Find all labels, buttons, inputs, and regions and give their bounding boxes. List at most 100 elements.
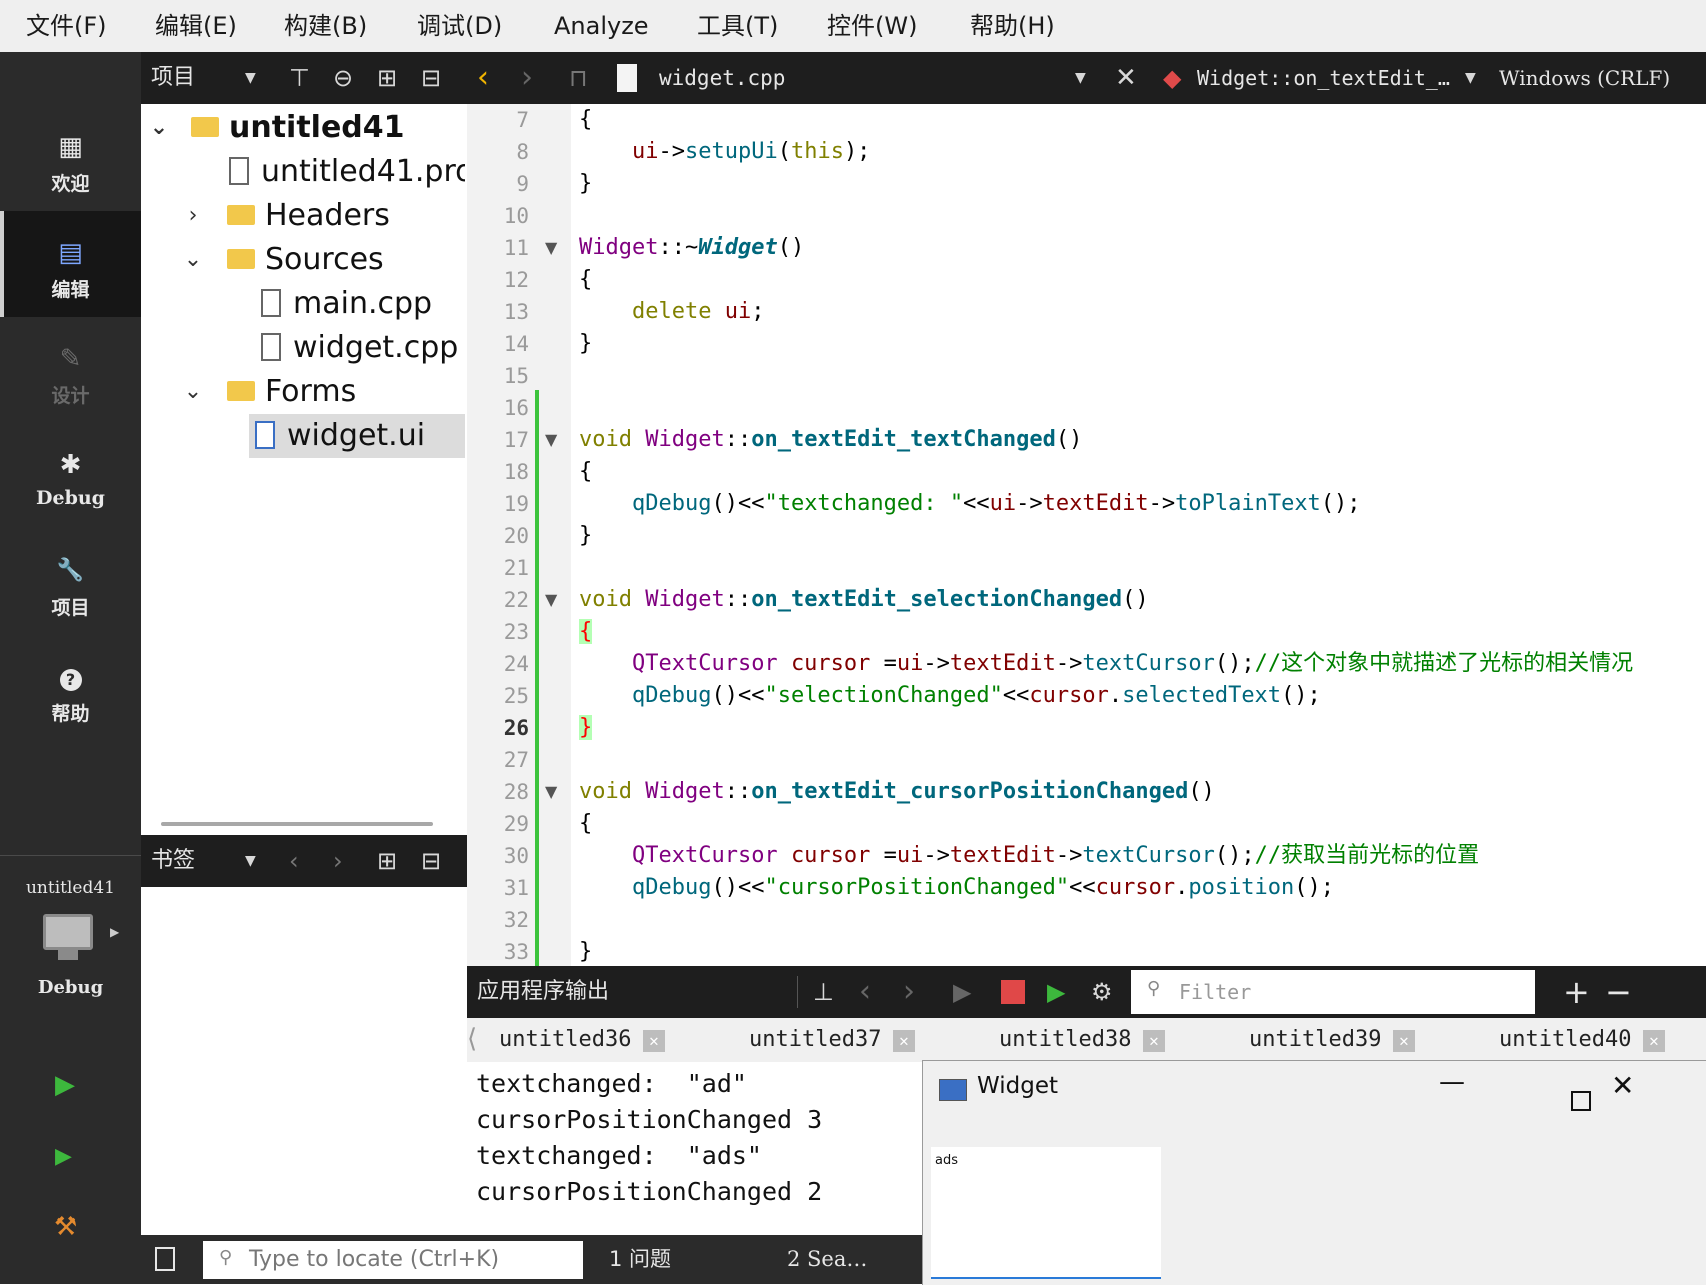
chevron-down-icon[interactable]: ▼ <box>1075 52 1086 104</box>
fold-marker-icon[interactable]: ▼ <box>545 584 557 616</box>
projects-pane-title[interactable]: 项目 <box>151 52 195 104</box>
line-number: 25 <box>503 684 529 708</box>
minus-icon[interactable]: − <box>1605 966 1632 1018</box>
output-tab[interactable]: untitled40 ✕ <box>1499 1018 1699 1062</box>
monitor-icon[interactable] <box>43 914 93 950</box>
tree-item-main-cpp[interactable]: main.cpp <box>147 282 465 326</box>
code-line: void Widget::on_textEdit_textChanged() <box>579 427 1083 452</box>
close-icon[interactable]: ✕ <box>1643 1030 1665 1052</box>
output-pane-title[interactable]: 应用程序输出 <box>477 966 609 1018</box>
debug-run-icon[interactable]: ▶ <box>55 1144 72 1169</box>
tree-item-project[interactable]: ⌄ untitled41 <box>147 106 465 150</box>
chevron-left-icon[interactable]: ‹ <box>289 835 299 887</box>
close-pane-icon[interactable]: ⊟ <box>421 835 441 887</box>
code-line: { <box>579 107 593 132</box>
debug-run-icon[interactable]: ▶ <box>1047 966 1065 1018</box>
tree-item-sources[interactable]: ⌄ Sources <box>147 238 465 282</box>
filter-input[interactable]: ⚲ Filter <box>1131 970 1535 1014</box>
output-tab[interactable]: untitled36 ✕ <box>499 1018 699 1062</box>
close-icon[interactable]: ✕ <box>643 1030 665 1052</box>
split-icon[interactable]: ⊞ <box>377 835 397 887</box>
close-icon[interactable]: ✕ <box>1143 1030 1165 1052</box>
chevron-down-icon[interactable]: ▼ <box>245 835 256 887</box>
tree-item-widget-cpp[interactable]: widget.cpp <box>147 326 465 370</box>
fold-marker-icon[interactable]: ▼ <box>545 232 557 264</box>
stop-icon[interactable] <box>1001 980 1025 1004</box>
fold-marker-icon[interactable]: ▼ <box>545 424 557 456</box>
menu-file[interactable]: 文件(F) <box>26 0 107 52</box>
toggle-sidebar-icon[interactable] <box>155 1247 175 1271</box>
chevron-right-icon[interactable]: › <box>903 966 915 1018</box>
menu-help[interactable]: 帮助(H) <box>970 0 1055 52</box>
chevron-down-icon[interactable]: ⌄ <box>181 370 205 414</box>
chevron-down-icon[interactable]: ⌄ <box>181 238 205 282</box>
fold-marker-icon[interactable]: ▼ <box>545 776 557 808</box>
tree-item-pro-file[interactable]: untitled41.pro <box>147 150 465 194</box>
gear-icon[interactable]: ⚙ <box>1091 966 1113 1018</box>
open-file-name[interactable]: widget.cpp <box>659 52 785 104</box>
menu-build[interactable]: 构建(B) <box>284 0 367 52</box>
bookmarks-pane-title[interactable]: 书签 <box>151 835 195 887</box>
mode-projects[interactable]: 🔧 项目 <box>0 529 141 635</box>
text-edit[interactable]: ads <box>931 1147 1161 1279</box>
search-results-tab[interactable]: 2 Sea… <box>787 1235 867 1284</box>
chevron-down-icon[interactable]: ⌄ <box>147 106 171 150</box>
code-line: qDebug()<<"selectionChanged"<<cursor.sel… <box>631 683 1321 708</box>
forward-icon[interactable]: › <box>521 52 533 104</box>
tree-item-headers[interactable]: › Headers <box>147 194 465 238</box>
symbol-selector[interactable]: Widget::on_textEdit_… <box>1197 52 1450 104</box>
line-number: 9 <box>516 172 529 196</box>
close-icon[interactable]: ✕ <box>1611 1069 1634 1102</box>
mode-welcome[interactable]: ▦ 欢迎 <box>0 105 141 211</box>
mode-debug[interactable]: ✱ Debug <box>0 423 141 529</box>
chevron-right-icon[interactable]: › <box>181 194 205 238</box>
chevron-left-icon[interactable]: ‹ <box>859 966 871 1018</box>
horizontal-scrollbar[interactable] <box>161 822 433 826</box>
output-tab[interactable]: untitled39 ✕ <box>1249 1018 1449 1062</box>
mode-design[interactable]: ✎ 设计 <box>0 317 141 423</box>
qt-folder-icon <box>191 116 219 137</box>
minimize-icon[interactable]: — <box>1439 1067 1465 1097</box>
chevron-down-icon[interactable]: ▼ <box>245 52 256 104</box>
code-line: ui->setupUi(this); <box>631 139 871 164</box>
tree-label: untitled41.pro <box>261 154 465 189</box>
menu-edit[interactable]: 编辑(E) <box>155 0 237 52</box>
tab-scroll-icon[interactable]: ⟨ <box>467 1024 477 1054</box>
chevron-down-icon[interactable]: ▼ <box>1465 52 1476 104</box>
output-tab[interactable]: untitled37 ✕ <box>749 1018 949 1062</box>
link-icon[interactable]: ⊖ <box>333 52 353 104</box>
locate-input[interactable]: ⚲ Type to locate (Ctrl+K) <box>203 1241 583 1279</box>
lock-icon[interactable]: ⊓ <box>569 52 588 104</box>
chevron-right-icon[interactable]: › <box>333 835 343 887</box>
clean-icon[interactable]: ⊥ <box>813 966 834 1018</box>
split-icon[interactable]: ⊞ <box>377 52 397 104</box>
line-number: 21 <box>503 556 529 580</box>
play-icon[interactable]: ▶ <box>953 966 971 1018</box>
menu-debug[interactable]: 调试(D) <box>417 0 502 52</box>
project-tree: ⌄ untitled41 untitled41.pro › Headers ⌄ … <box>141 104 465 835</box>
tree-item-widget-ui[interactable]: widget.ui <box>249 414 465 458</box>
run-icon[interactable]: ▶ <box>55 1070 75 1100</box>
close-icon[interactable]: ✕ <box>893 1030 915 1052</box>
output-toolbar: 应用程序输出 ⊥ ‹ › ▶ ▶ ⚙ ⚲ Filter + − <box>467 966 1706 1018</box>
triangle-right-icon[interactable]: ▶ <box>110 925 119 939</box>
menu-tools[interactable]: 工具(T) <box>697 0 778 52</box>
issues-tab[interactable]: 1 问题 <box>609 1235 671 1284</box>
hammer-icon[interactable]: ⚒ <box>54 1212 77 1242</box>
mode-edit[interactable]: ▤ 编辑 <box>0 211 141 317</box>
output-tab[interactable]: untitled38 ✕ <box>999 1018 1199 1062</box>
back-icon[interactable]: ‹ <box>477 52 489 104</box>
filter-icon[interactable]: ⊤ <box>289 52 310 104</box>
menu-widgets[interactable]: 控件(W) <box>827 0 917 52</box>
maximize-icon[interactable] <box>1571 1091 1591 1111</box>
close-icon[interactable]: ✕ <box>1115 52 1137 104</box>
close-icon[interactable]: ✕ <box>1393 1030 1415 1052</box>
pro-file-icon <box>229 156 249 185</box>
menu-analyze[interactable]: Analyze <box>554 0 649 52</box>
plus-icon[interactable]: + <box>1563 966 1590 1018</box>
mode-help[interactable]: ? 帮助 <box>0 635 141 741</box>
tree-label: widget.cpp <box>293 330 459 365</box>
line-ending-selector[interactable]: Windows (CRLF) <box>1499 52 1670 104</box>
tree-item-forms[interactable]: ⌄ Forms <box>147 370 465 414</box>
close-pane-icon[interactable]: ⊟ <box>421 52 441 104</box>
